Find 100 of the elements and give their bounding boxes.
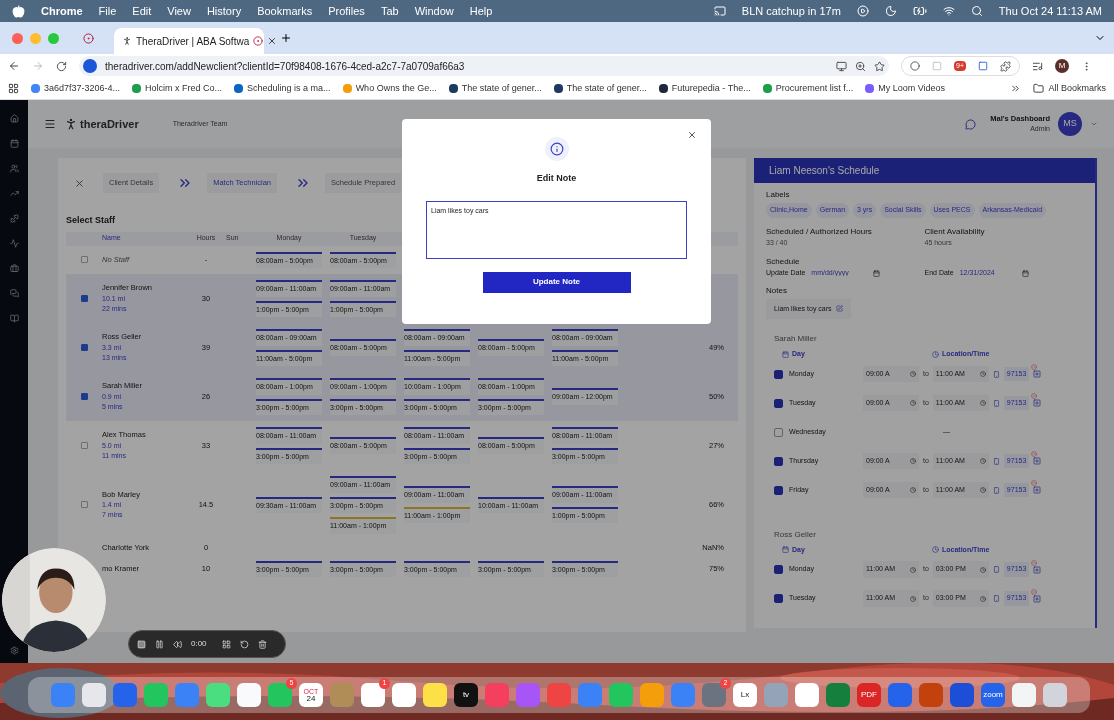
phone-icon[interactable] bbox=[992, 566, 1000, 573]
trash-icon[interactable] bbox=[257, 639, 267, 649]
close-tab-icon[interactable] bbox=[267, 36, 278, 46]
phone-icon[interactable] bbox=[992, 486, 1000, 494]
dumbbell-icon[interactable] bbox=[9, 214, 19, 223]
calendar-icon[interactable] bbox=[1021, 269, 1029, 277]
edit-icon[interactable] bbox=[835, 305, 843, 313]
grid-icon[interactable] bbox=[221, 639, 231, 649]
bookmark[interactable]: 3a6d7f37-3206-4... bbox=[44, 81, 121, 96]
phone-icon[interactable] bbox=[992, 457, 1000, 465]
add-icon[interactable] bbox=[1033, 457, 1042, 465]
update-note-button[interactable]: Update Note bbox=[482, 271, 631, 293]
star-icon[interactable] bbox=[874, 60, 885, 72]
bookmark[interactable]: Futurepedia - The... bbox=[671, 81, 751, 96]
clock-icon[interactable] bbox=[979, 371, 986, 377]
caret-icon[interactable] bbox=[1090, 120, 1098, 128]
add-icon[interactable] bbox=[1033, 370, 1042, 378]
menu-item[interactable]: Edit bbox=[132, 2, 152, 20]
app-icon[interactable] bbox=[144, 683, 168, 707]
app-icon[interactable] bbox=[82, 683, 106, 707]
remove-icon[interactable] bbox=[1031, 588, 1038, 595]
restart-icon[interactable] bbox=[239, 639, 249, 649]
menu-item[interactable]: Chrome bbox=[41, 2, 83, 20]
bookmark[interactable]: The state of gener... bbox=[566, 81, 647, 96]
close-icon[interactable] bbox=[74, 177, 85, 189]
add-icon[interactable] bbox=[1033, 399, 1042, 407]
book-icon[interactable] bbox=[9, 314, 19, 323]
bookmark[interactable]: The state of gener... bbox=[461, 81, 542, 96]
media-icon[interactable] bbox=[1032, 60, 1043, 72]
extensions-icon[interactable] bbox=[1000, 60, 1011, 72]
remove-icon[interactable] bbox=[1031, 393, 1038, 399]
add-icon[interactable] bbox=[1033, 594, 1042, 603]
chat-icon[interactable] bbox=[965, 118, 977, 130]
day-checkbox[interactable] bbox=[774, 369, 783, 379]
day-checkbox[interactable] bbox=[774, 565, 783, 574]
app-icon[interactable] bbox=[268, 683, 292, 707]
cast-icon[interactable] bbox=[713, 5, 726, 17]
phone-icon[interactable] bbox=[992, 399, 1000, 407]
apple-icon[interactable] bbox=[12, 4, 25, 18]
add-icon[interactable] bbox=[1033, 565, 1042, 574]
day-checkbox[interactable] bbox=[774, 594, 783, 603]
app-icon[interactable] bbox=[795, 683, 819, 707]
close-window-button[interactable] bbox=[12, 32, 23, 44]
bookmark[interactable]: Holcim x Fred Co... bbox=[145, 81, 223, 96]
app-icon[interactable] bbox=[423, 683, 447, 707]
bookmark[interactable]: My Loom Videos bbox=[878, 81, 946, 96]
play-icon[interactable] bbox=[856, 5, 869, 17]
row-checkbox[interactable] bbox=[80, 501, 88, 509]
back-icon[interactable] bbox=[8, 60, 20, 72]
app-icon[interactable]: PDF bbox=[857, 683, 881, 707]
moon-icon[interactable] bbox=[884, 5, 897, 17]
briefcase-icon[interactable] bbox=[9, 264, 19, 273]
stop-icon[interactable] bbox=[137, 639, 146, 649]
clock-icon[interactable] bbox=[979, 595, 986, 602]
pause-icon[interactable] bbox=[155, 639, 164, 649]
rewind-icon[interactable] bbox=[173, 639, 182, 649]
all-bookmarks[interactable]: All Bookmarks bbox=[1048, 81, 1106, 96]
messages-icon[interactable] bbox=[9, 289, 19, 298]
menu-item[interactable]: Profiles bbox=[328, 2, 365, 20]
remove-icon[interactable] bbox=[1031, 480, 1038, 486]
day-checkbox[interactable] bbox=[774, 398, 783, 408]
phone-icon[interactable] bbox=[992, 370, 1000, 378]
clock-icon[interactable] bbox=[910, 487, 916, 493]
bookmark[interactable]: Procurement list f... bbox=[775, 81, 854, 96]
day-checkbox[interactable] bbox=[774, 456, 783, 466]
recording-icon[interactable] bbox=[83, 32, 94, 44]
maximize-window-button[interactable] bbox=[48, 32, 59, 44]
app-icon[interactable] bbox=[826, 683, 850, 707]
clock-icon[interactable] bbox=[979, 566, 986, 573]
chart-icon[interactable] bbox=[9, 189, 19, 198]
app-icon[interactable] bbox=[609, 683, 633, 707]
user-avatar[interactable]: MS bbox=[1058, 112, 1082, 136]
menu-item[interactable]: Help bbox=[469, 2, 493, 20]
clock-icon[interactable] bbox=[979, 487, 986, 493]
app-icon[interactable] bbox=[1043, 683, 1067, 707]
app-icon[interactable] bbox=[888, 683, 912, 707]
battery-icon[interactable] bbox=[912, 4, 927, 18]
app-icon[interactable]: Lx bbox=[733, 683, 757, 707]
bookmark[interactable]: Who Owns the Ge... bbox=[355, 81, 437, 96]
app-icon[interactable] bbox=[919, 683, 943, 707]
profile-avatar[interactable]: M bbox=[1055, 59, 1069, 73]
clock-icon[interactable] bbox=[910, 595, 916, 602]
clock-icon[interactable] bbox=[979, 458, 986, 464]
clock[interactable]: Thu Oct 24 11:13 AM bbox=[998, 2, 1102, 20]
row-checkbox[interactable] bbox=[80, 295, 88, 302]
clock-icon[interactable] bbox=[910, 371, 916, 377]
search-icon[interactable] bbox=[970, 5, 983, 17]
menu-item[interactable]: Window bbox=[414, 2, 454, 20]
address-bar[interactable]: theradriver.com/addNewclient?clientId=70f98408-1676-4ced-a2c7-7a0709af66a3 bbox=[79, 56, 889, 76]
clock-icon[interactable] bbox=[910, 566, 916, 573]
extension-icon[interactable] bbox=[910, 61, 920, 71]
remove-icon[interactable] bbox=[1031, 364, 1038, 370]
calendar-icon[interactable] bbox=[9, 139, 19, 148]
phone-icon[interactable] bbox=[992, 595, 1000, 602]
menu-icon[interactable] bbox=[44, 118, 56, 130]
menu-item[interactable]: File bbox=[98, 2, 117, 20]
row-checkbox[interactable] bbox=[80, 442, 88, 449]
new-tab-icon[interactable] bbox=[280, 32, 292, 44]
menu-item[interactable]: Bookmarks bbox=[257, 2, 313, 20]
app-icon[interactable] bbox=[206, 683, 230, 707]
